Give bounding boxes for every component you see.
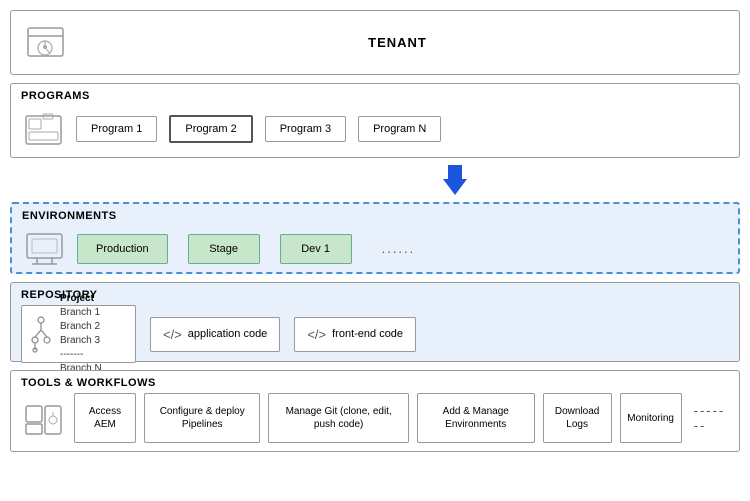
repo-appcode-box: </> application code [150,317,280,352]
env-icon [22,226,67,271]
appcode-label: application code [188,328,268,340]
programs-row: Program 1 Program 2 Program 3 Program N [21,106,729,151]
env-box-production[interactable]: Production [77,234,168,264]
repo-frontend-box: </> front-end code [294,317,416,352]
program-box-n[interactable]: Program N [358,116,441,142]
tool-configure-pipelines[interactable]: Configure & deploy Pipelines [144,393,260,443]
repo-tree-icon [30,315,52,353]
tool-manage-git[interactable]: Manage Git (clone, edit, push code) [268,393,408,443]
program-box-1[interactable]: Program 1 [76,116,157,142]
env-box-dev1[interactable]: Dev 1 [280,234,352,264]
arrow-container [10,166,740,194]
tool-access-aem[interactable]: Access AEM [74,393,136,443]
tool-monitoring[interactable]: Monitoring [620,393,682,443]
project-title: Project [60,293,102,304]
programs-icon [21,106,66,151]
code-icon-1: </> [163,327,182,342]
environments-section: ENVIRONMENTS Production Stage Dev 1 ....… [10,202,740,274]
frontend-label: front-end code [332,328,403,340]
tools-row: Access AEM Configure & deploy Pipelines … [21,393,729,443]
environments-title: ENVIRONMENTS [22,210,728,222]
branch-1: Branch 1 [60,306,102,320]
repo-row: Project Branch 1 Branch 2 Branch 3 -----… [21,305,729,363]
branch-3: Branch 3 [60,334,102,348]
env-dots: ...... [382,241,416,256]
repo-project-box: Project Branch 1 Branch 2 Branch 3 -----… [21,305,136,363]
tools-section: TOOLS & WORKFLOWS Access AEM Configure &… [10,370,740,452]
tool-add-environments[interactable]: Add & Manage Environments [417,393,535,443]
tools-icon [21,396,66,441]
repository-section: REPOSITORY Project [10,282,740,362]
repository-title: REPOSITORY [21,289,729,301]
tenant-icon [23,20,68,65]
branch-2: Branch 2 [60,320,102,334]
branch-dots: ------- [60,348,102,362]
tool-download-logs[interactable]: Download Logs [543,393,612,443]
programs-title: PROGRAMS [21,90,729,102]
code-icon-2: </> [307,327,326,342]
program-box-3[interactable]: Program 3 [265,116,346,142]
tools-title: TOOLS & WORKFLOWS [21,377,729,389]
tenant-label: TENANT [68,35,727,50]
tools-dots: ------- [694,403,729,433]
program-boxes: Program 1 Program 2 Program 3 Program N [76,115,729,143]
programs-section: PROGRAMS Program 1 Program 2 Program 3 P… [10,83,740,158]
env-row: Production Stage Dev 1 ...... [22,226,728,271]
env-boxes: Production Stage Dev 1 ...... [77,234,728,264]
tenant-section: TENANT [10,10,740,75]
program-box-2[interactable]: Program 2 [169,115,252,143]
main-container: TENANT PROGRAMS Program 1 Program 2 Prog… [0,0,750,462]
env-box-stage[interactable]: Stage [188,234,260,264]
tools-boxes: Access AEM Configure & deploy Pipelines … [74,393,729,443]
